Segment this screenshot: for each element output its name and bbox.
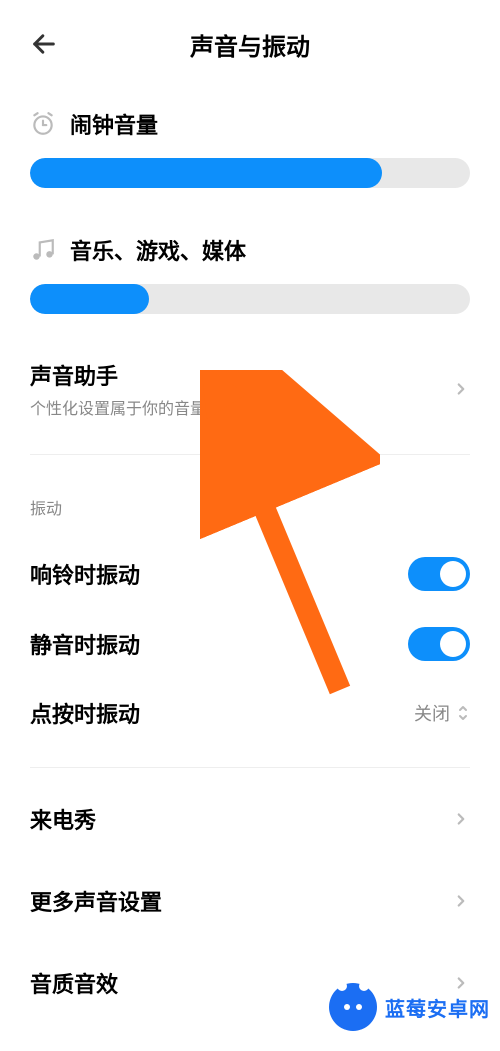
divider (30, 454, 470, 455)
ring-vibrate-toggle[interactable] (408, 557, 470, 591)
call-show-row[interactable]: 来电秀 (30, 778, 470, 860)
tap-vibrate-value: 关闭 (414, 700, 470, 726)
chevron-right-icon (452, 380, 470, 398)
watermark-text: 蓝莓安卓网 (385, 993, 490, 1022)
header: 声音与振动 (0, 0, 500, 78)
more-sounds-title: 更多声音设置 (30, 885, 162, 917)
alarm-volume-slider[interactable] (30, 158, 470, 188)
ring-vibrate-label: 响铃时振动 (30, 558, 140, 590)
updown-chevron-icon (456, 704, 470, 722)
slider-header: 闹钟音量 (30, 108, 470, 140)
silent-vibrate-toggle[interactable] (408, 627, 470, 661)
sound-assistant-row[interactable]: 声音助手 个性化设置属于你的音量控制逻辑 (30, 334, 470, 444)
alarm-volume-fill (30, 158, 382, 188)
back-arrow-icon[interactable] (30, 30, 58, 58)
media-volume-fill (30, 284, 149, 314)
divider (30, 767, 470, 768)
content: 闹钟音量 音乐、游戏、媒体 声音助手 个性化设置属于你的音量控制逻辑 (0, 108, 500, 1024)
chevron-right-icon (452, 810, 470, 828)
page-title: 声音与振动 (190, 27, 310, 62)
ring-vibrate-row: 响铃时振动 (30, 539, 470, 609)
media-volume-slider[interactable] (30, 284, 470, 314)
alarm-clock-icon (30, 111, 56, 137)
alarm-volume-label: 闹钟音量 (70, 108, 158, 140)
tap-vibrate-value-text: 关闭 (414, 700, 450, 726)
watermark-logo-icon (329, 983, 377, 1031)
toggle-knob (440, 631, 466, 657)
tap-vibrate-label: 点按时振动 (30, 697, 140, 729)
media-volume-section: 音乐、游戏、媒体 (30, 234, 470, 314)
sound-assistant-title: 声音助手 (30, 359, 452, 391)
silent-vibrate-row: 静音时振动 (30, 609, 470, 679)
watermark: 蓝莓安卓网 (329, 983, 490, 1031)
sound-effects-title: 音质音效 (30, 967, 118, 999)
music-note-icon (30, 237, 56, 263)
toggle-knob (440, 561, 466, 587)
tap-vibrate-row[interactable]: 点按时振动 关闭 (30, 679, 470, 747)
alarm-volume-section: 闹钟音量 (30, 108, 470, 188)
nav-row-content: 声音助手 个性化设置属于你的音量控制逻辑 (30, 359, 452, 419)
media-volume-label: 音乐、游戏、媒体 (70, 234, 246, 266)
silent-vibrate-label: 静音时振动 (30, 628, 140, 660)
sound-assistant-subtitle: 个性化设置属于你的音量控制逻辑 (30, 395, 452, 419)
more-sounds-row[interactable]: 更多声音设置 (30, 860, 470, 942)
slider-header: 音乐、游戏、媒体 (30, 234, 470, 266)
vibration-section-header: 振动 (30, 495, 470, 519)
chevron-right-icon (452, 892, 470, 910)
call-show-title: 来电秀 (30, 803, 96, 835)
